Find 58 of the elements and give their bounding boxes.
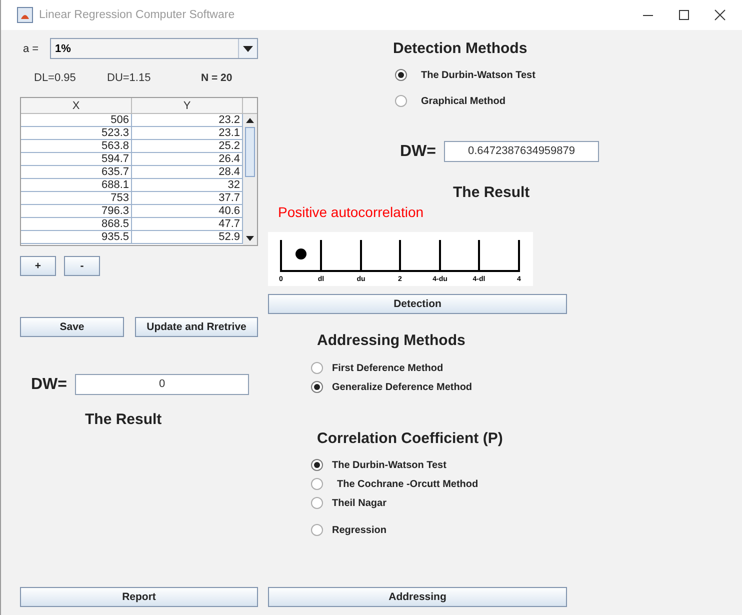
table-cell: 935.5 [21,231,132,244]
option-label: Graphical Method [421,96,506,106]
section-heading: Detection Methods [392,40,528,57]
table-cell: 753 [21,192,132,205]
radio-button[interactable] [311,478,323,490]
addressing-button[interactable]: Addressing [268,587,567,607]
caret-icon [243,46,253,52]
section-heading: Addressing Methods [316,332,466,349]
up-arrow-icon [246,118,254,123]
stat-label: DL=0.95 [34,72,76,84]
alpha-label: a = [22,42,40,54]
scrollbar-thumb[interactable] [245,127,255,177]
table-cell: 796.3 [21,205,132,218]
radio-button[interactable] [395,95,407,107]
dw-field[interactable]: 0.6472387634959879 [444,141,599,162]
dw-field[interactable]: 0 [75,374,249,395]
table-cell: 506 [21,114,132,127]
radio-button[interactable] [395,69,407,81]
result-heading: The Result [84,411,163,428]
add-row-button[interactable]: + [20,256,56,276]
column-header: X [21,98,132,114]
table-cell: 594.7 [21,153,132,166]
radio-button[interactable] [311,381,323,393]
option-label: The Durbin-Watson Test [421,70,536,80]
option-label: The Durbin-Watson Test [332,460,446,470]
radio-button[interactable] [311,524,323,536]
maximize-icon[interactable] [678,9,690,21]
stat-label: DU=1.15 [107,72,151,84]
detection-button[interactable]: Detection [268,294,567,314]
result-heading: The Result [452,184,531,201]
remove-row-button[interactable]: - [64,256,100,276]
window-title: Linear Regression Computer Software [39,9,235,21]
radio-button[interactable] [311,497,323,509]
radio-button[interactable] [311,459,323,471]
table-cell: 688.1 [21,179,132,192]
table-cell: 635.7 [21,166,132,179]
stat-label: N = 20 [201,72,232,84]
close-icon[interactable] [714,9,726,21]
option-label: The Cochrane -Orcutt Method [337,478,478,490]
table-cell: 563.8 [21,140,132,153]
option-label: First Deference Method [332,362,444,374]
save-button[interactable]: Save [20,317,124,337]
option-label: Generalize Deference Method [332,382,472,392]
report-button[interactable]: Report [20,587,258,607]
result-text: Positive autocorrelation [277,204,425,220]
option-label: Regression [332,524,386,536]
option-label: Theil Nagar [332,498,386,508]
table-cell: 523.3 [21,127,132,140]
dw-label: DW= [30,376,68,394]
scrollbar[interactable] [243,98,257,245]
update-button[interactable]: Update and Rretrive [135,317,258,337]
table-cell: 868.5 [21,218,132,231]
alpha-dropdown[interactable]: 1% [50,38,258,59]
app-icon[interactable] [17,7,33,23]
section-heading: Correlation Coefficient (P) [316,430,504,447]
down-arrow-icon [246,236,254,241]
radio-button[interactable] [311,362,323,374]
dw-label: DW= [400,142,437,160]
